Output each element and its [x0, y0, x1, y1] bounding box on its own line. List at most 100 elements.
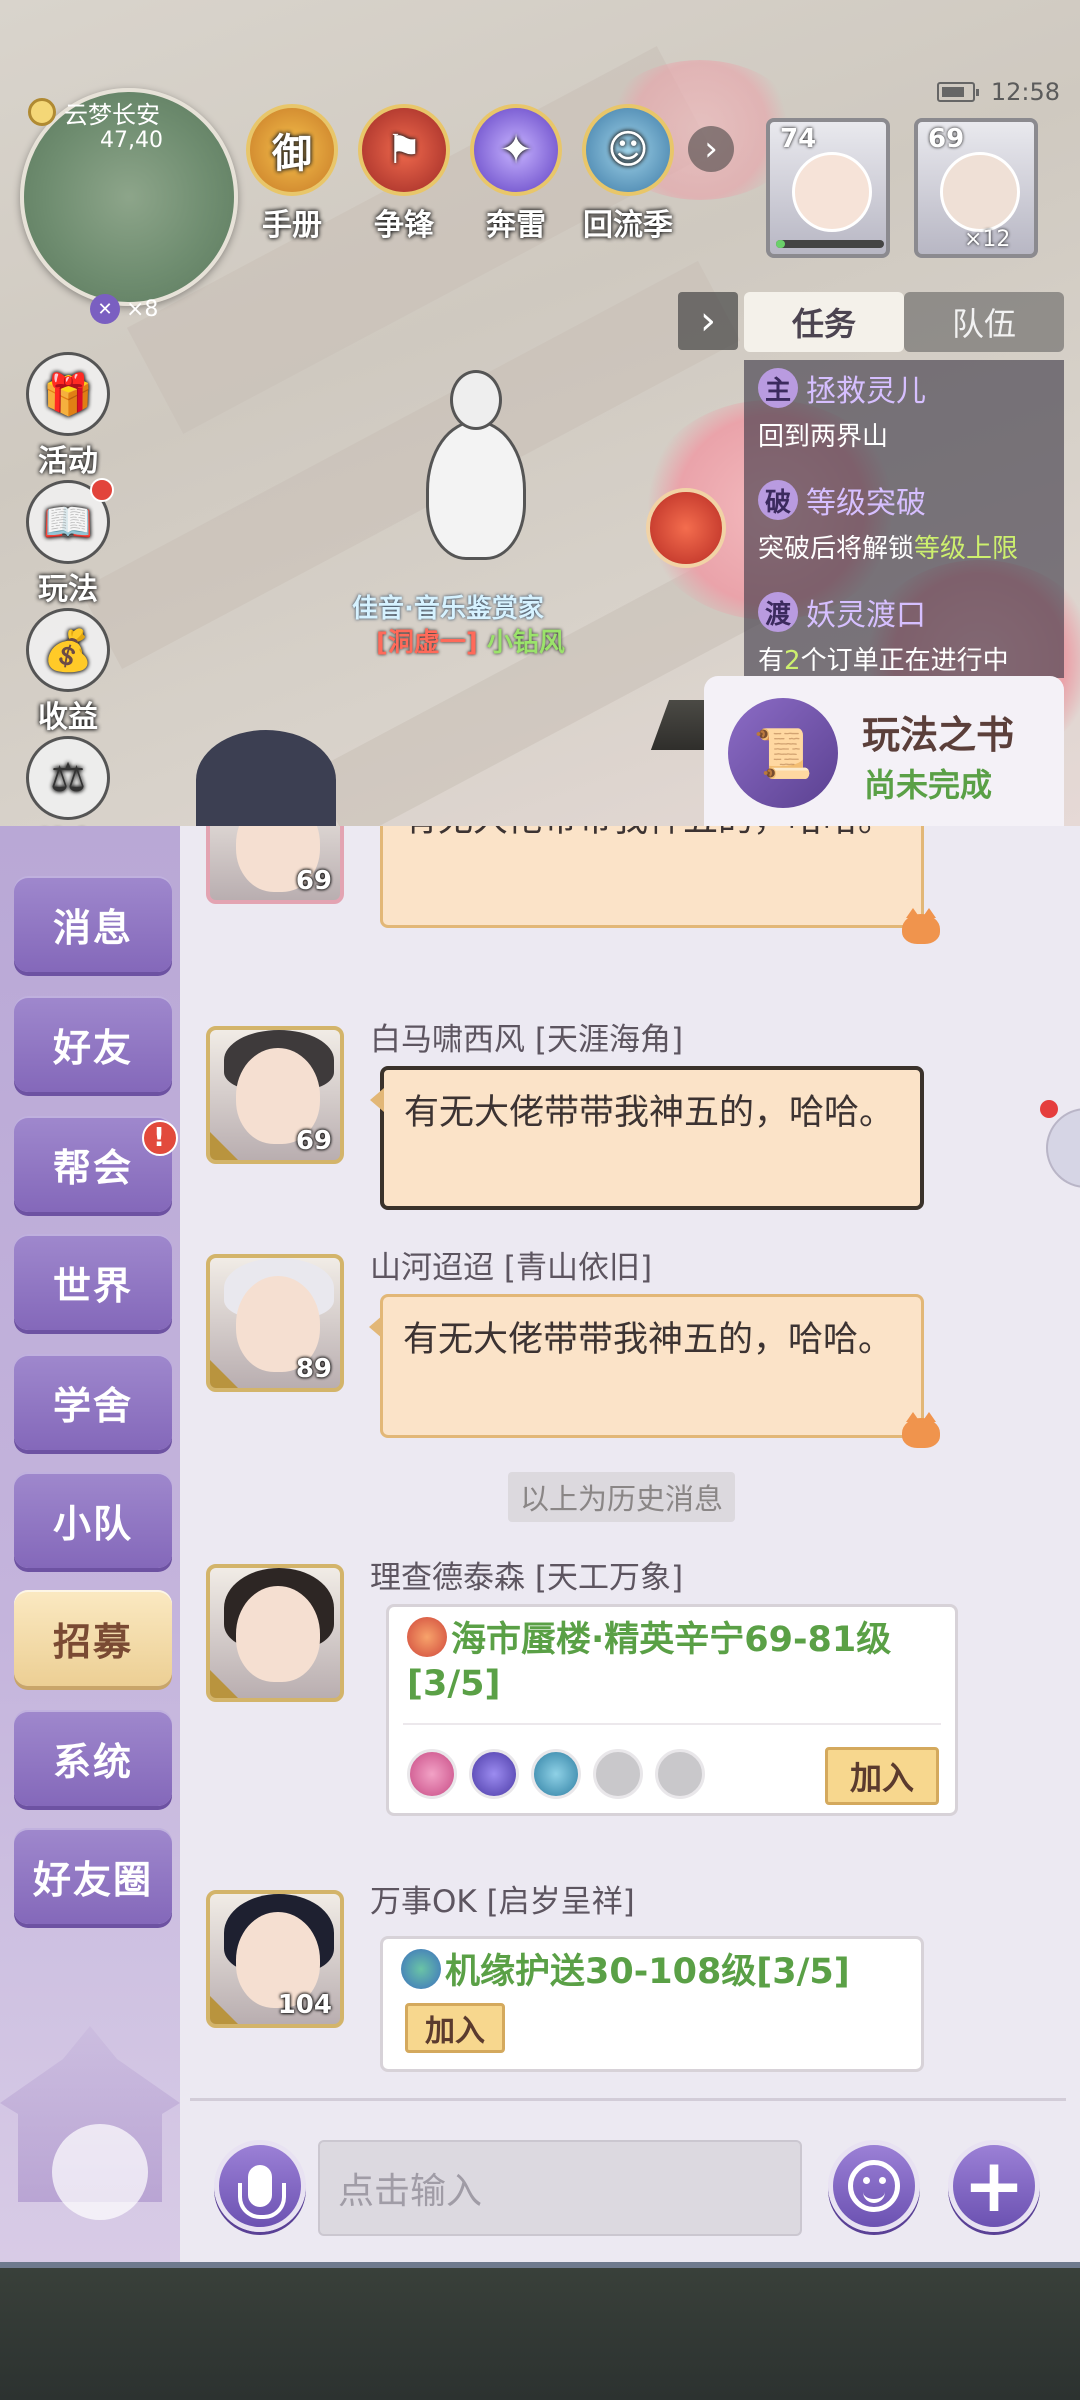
- party-member-hp-bar: [776, 240, 884, 248]
- chat-message: 69 有无大佬带带我神五的，哈哈。: [196, 826, 1056, 964]
- party-member-portrait[interactable]: 69 ×12: [914, 118, 1038, 258]
- avatar[interactable]: 104: [206, 1890, 344, 2028]
- chevron-right-icon: ›: [700, 298, 716, 344]
- recruit-card[interactable]: 海市蜃楼·精英辛宁69-81级[3/5] 加入: [386, 1604, 958, 1816]
- avatar-level: 89: [295, 1354, 332, 1384]
- earnings-bag-icon: 💰: [26, 608, 110, 692]
- smiley-icon: [848, 2160, 900, 2212]
- playbook-title: 玩法之书: [862, 713, 1015, 757]
- feature-contest[interactable]: ⚑ 争锋: [356, 104, 452, 244]
- status-bar: 12:58: [936, 78, 1060, 106]
- avatar[interactable]: 69: [206, 1026, 344, 1164]
- game-scene[interactable]: 12:58 云梦长安 47,40 ✕ ×8 御 手册 ⚑ 争锋 ✦ 奔雷 ☺ 回…: [0, 0, 1080, 830]
- side-earnings-button[interactable]: 💰 收益: [22, 608, 114, 736]
- avatar-frame-corner: [210, 1356, 242, 1388]
- channel-sidebar: 消息 好友 帮会 ! 世界 学舍 小队 招募 系统 好友圈: [0, 826, 180, 2262]
- team-slot-filled: [469, 1749, 519, 1799]
- map-location-name: 云梦长安: [64, 100, 160, 129]
- heart-icon: [407, 1617, 447, 1657]
- channel-friends[interactable]: 好友: [14, 996, 172, 1092]
- message-bubble: 有无大佬带带我神五的，哈哈。: [370, 1066, 924, 1210]
- message-bubble: 有无大佬带带我神五的，哈哈。: [369, 1294, 924, 1438]
- feature-label: 回流季: [583, 208, 673, 243]
- chevron-right-icon[interactable]: ›: [688, 126, 734, 172]
- escort-icon: [401, 1949, 441, 1989]
- map-count-value: ×8: [126, 296, 159, 322]
- feature-thunder[interactable]: ✦ 奔雷: [468, 104, 564, 244]
- team-slot-empty: [593, 1749, 643, 1799]
- channel-system[interactable]: 系统: [14, 1710, 172, 1806]
- feature-return-season[interactable]: ☺ 回流季: [580, 104, 676, 244]
- party-member-portrait[interactable]: 74: [766, 118, 890, 258]
- quest-title: 拯救灵儿: [806, 374, 926, 409]
- npc-title-name: 小钻风: [486, 628, 565, 658]
- handbook-icon: 御: [246, 104, 338, 196]
- avatar-level: 69: [295, 1126, 332, 1156]
- tab-team[interactable]: 队伍: [904, 292, 1064, 352]
- join-button[interactable]: 加入: [405, 2003, 505, 2053]
- skill-action-icon[interactable]: [646, 488, 726, 568]
- message-bubble: 有无大佬带带我神五的，哈哈。: [380, 826, 924, 928]
- emoji-button[interactable]: [828, 2140, 920, 2232]
- sender-name: 万事OK [启岁呈祥]: [370, 1884, 635, 1920]
- marker-icon: ✕: [90, 294, 120, 324]
- avatar-frame-corner: [210, 1666, 242, 1698]
- cat-sticker-icon: [902, 908, 940, 944]
- recruit-title: 海市蜃楼·精英辛宁69-81级[3/5]: [407, 1617, 955, 1706]
- feature-label: 奔雷: [486, 208, 546, 243]
- recruit-title-text: 海市蜃楼·精英辛宁69-81级[3/5]: [407, 1620, 892, 1704]
- player-character[interactable]: [400, 360, 550, 560]
- avatar-face: [236, 1586, 320, 1682]
- guard-npc[interactable]: [196, 730, 336, 830]
- scroll-icon: 📜: [728, 698, 838, 808]
- quest-type-badge: 渡: [758, 592, 798, 632]
- divider: [190, 2098, 1066, 2101]
- sender-name: 理查德泰森 [天工万象]: [370, 1560, 684, 1596]
- avatar-frame-corner: [210, 1992, 242, 2024]
- avatar-level: 69: [295, 866, 332, 896]
- side-label: 玩法: [38, 572, 98, 607]
- feature-label: 争锋: [374, 208, 434, 243]
- tab-task[interactable]: 任务: [744, 292, 904, 352]
- avatar[interactable]: 89: [206, 1254, 344, 1392]
- avatar[interactable]: 69: [206, 826, 344, 904]
- message-list[interactable]: 69 有无大佬带带我神五的，哈哈。 69 白马啸西风 [天涯海角] 有无大佬带带…: [182, 826, 1080, 2086]
- channel-squad[interactable]: 小队: [14, 1472, 172, 1568]
- channel-world[interactable]: 世界: [14, 1234, 172, 1330]
- side-label: 活动: [38, 444, 98, 479]
- collapse-panel-button[interactable]: ›: [678, 292, 738, 350]
- quest-type-badge: 破: [758, 480, 798, 520]
- chat-panel: 消息 好友 帮会 ! 世界 学舍 小队 招募 系统 好友圈 69 有无大佬带带我…: [0, 826, 1080, 2262]
- side-market-button[interactable]: ⚖ 坊市: [22, 736, 114, 830]
- join-button[interactable]: 加入: [825, 1747, 939, 1805]
- chat-input[interactable]: 点击输入: [318, 2140, 802, 2236]
- avatar-level: 104: [277, 1990, 332, 2020]
- plus-icon: +: [962, 2143, 1025, 2229]
- map-location[interactable]: 云梦长安: [28, 94, 228, 130]
- feature-handbook[interactable]: 御 手册: [244, 104, 340, 244]
- recruit-card[interactable]: 机缘护送30-108级[3/5] 加入: [380, 1936, 924, 2072]
- quest-item[interactable]: 破等级突破 突破后将解锁等级上限: [744, 472, 1064, 584]
- recruit-title: 机缘护送30-108级[3/5]: [401, 1949, 850, 1994]
- playbook-card[interactable]: 📜 玩法之书 尚未完成: [704, 676, 1064, 828]
- channel-messages[interactable]: 消息: [14, 876, 172, 972]
- channel-academy[interactable]: 学舍: [14, 1354, 172, 1450]
- sender-name: 山河迢迢 [青山依旧]: [370, 1250, 653, 1286]
- plus-button[interactable]: +: [948, 2140, 1040, 2232]
- thunder-crystal-icon: ✦: [470, 104, 562, 196]
- recruit-title-text: 机缘护送30-108级[3/5]: [445, 1952, 850, 1992]
- divider: [403, 1723, 941, 1725]
- channel-recruit[interactable]: 招募: [14, 1590, 172, 1686]
- avatar[interactable]: [206, 1564, 344, 1702]
- side-activity-button[interactable]: 🎁 活动: [22, 352, 114, 480]
- chat-message: 89 山河迢迢 [青山依旧] 有无大佬带带我神五的，哈哈。: [196, 1242, 1056, 1448]
- voice-button[interactable]: [214, 2140, 306, 2232]
- channel-guild[interactable]: 帮会 !: [14, 1116, 178, 1212]
- market-scale-icon: ⚖: [26, 736, 110, 820]
- channel-moments[interactable]: 好友圈: [14, 1828, 172, 1924]
- quest-item[interactable]: 主拯救灵儿 回到两界山: [744, 360, 1064, 472]
- return-season-icon: ☺: [582, 104, 674, 196]
- quest-desc: 有2个订单正在进行中: [758, 640, 1050, 677]
- map-marker-count[interactable]: ✕ ×8: [90, 294, 158, 324]
- quest-desc-text: 个订单正在进行中: [800, 646, 1009, 676]
